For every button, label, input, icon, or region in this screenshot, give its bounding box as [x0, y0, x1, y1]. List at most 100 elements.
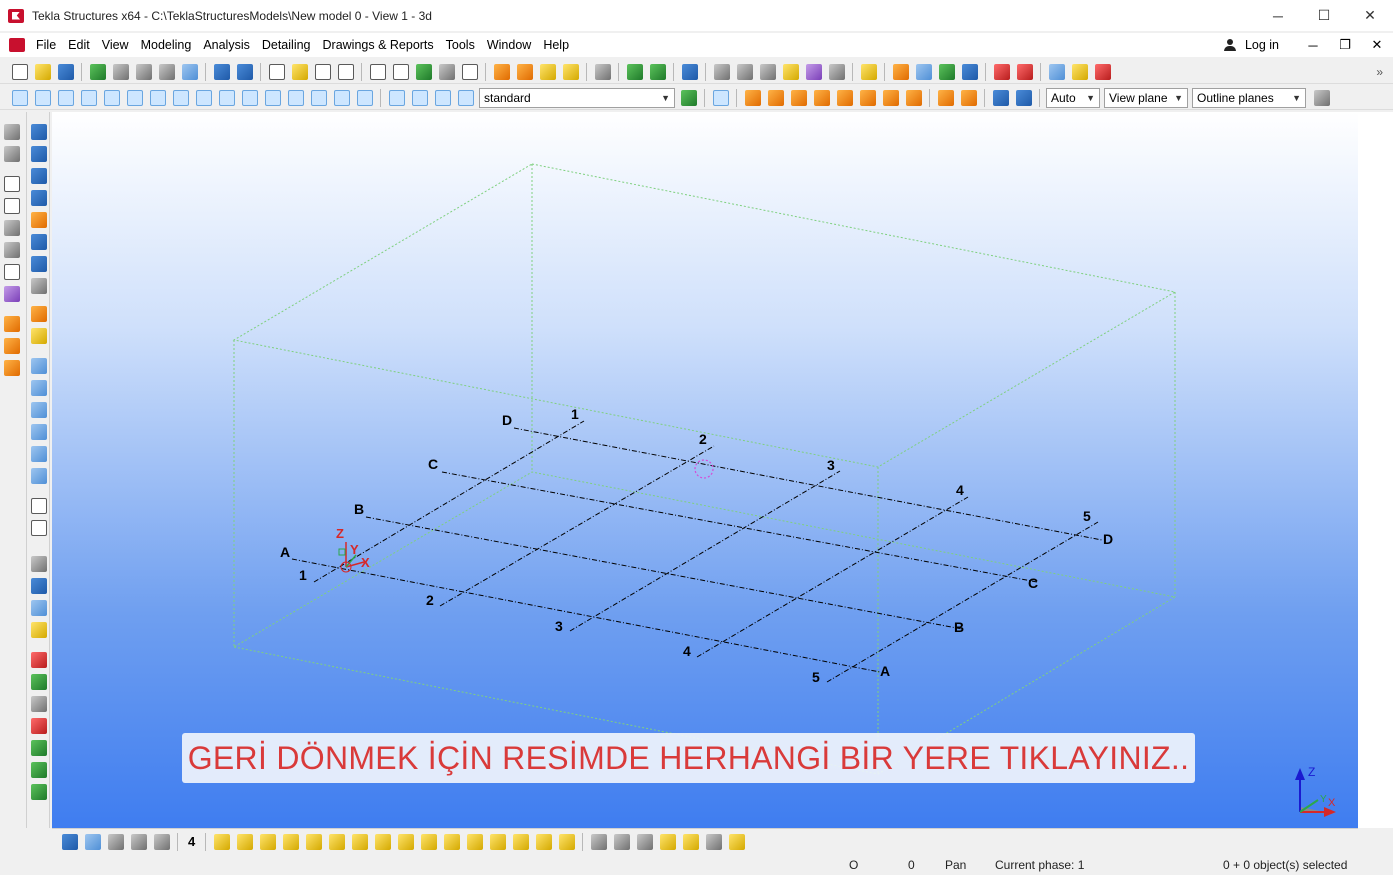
select-switch-icon[interactable] — [443, 833, 460, 850]
drawing-icon[interactable] — [892, 63, 909, 80]
component-icon[interactable] — [493, 63, 510, 80]
menu-detailing[interactable]: Detailing — [256, 33, 317, 57]
menu-view[interactable]: View — [96, 33, 135, 57]
status-current-phase[interactable]: Current phase: 1 — [995, 858, 1084, 872]
menu-drawings-reports[interactable]: Drawings & Reports — [317, 33, 440, 57]
select-all-icon[interactable] — [11, 89, 28, 106]
polybeam-icon[interactable] — [31, 168, 47, 184]
share-icon[interactable] — [89, 63, 106, 80]
drawing-icon[interactable] — [938, 63, 955, 80]
model-tool-icon[interactable] — [135, 63, 152, 80]
dimension-icon[interactable] — [828, 63, 845, 80]
pin-icon[interactable] — [860, 63, 877, 80]
model-tool-icon[interactable] — [112, 63, 129, 80]
menu-window[interactable]: Window — [481, 33, 537, 57]
select-icon[interactable] — [241, 89, 258, 106]
component-icon[interactable] — [84, 833, 101, 850]
select-switch-icon[interactable] — [512, 833, 529, 850]
select-switch-icon[interactable] — [558, 833, 575, 850]
model-tool-icon[interactable] — [181, 63, 198, 80]
select-frame-icon[interactable] — [461, 63, 478, 80]
properties-icon[interactable] — [337, 63, 354, 80]
clipboard-icon[interactable] — [314, 63, 331, 80]
component-icon[interactable] — [516, 63, 533, 80]
curved-beam-icon[interactable] — [31, 190, 47, 206]
menu-help[interactable]: Help — [537, 33, 575, 57]
tekla-online-icon[interactable] — [1094, 63, 1111, 80]
select-switch-icon[interactable] — [351, 833, 368, 850]
snap-nearest-icon[interactable] — [905, 89, 922, 106]
orthogonal-beam-icon[interactable] — [31, 234, 47, 250]
arrow-left-icon[interactable] — [130, 833, 147, 850]
select-switch-icon[interactable] — [397, 833, 414, 850]
mdi-minimize-button[interactable]: ─ — [1297, 38, 1329, 53]
slab-icon[interactable] — [4, 242, 20, 258]
select-assembly-icon[interactable] — [388, 89, 405, 106]
save-icon[interactable] — [57, 63, 74, 80]
minimize-button[interactable]: ─ — [1255, 0, 1301, 31]
component-icon[interactable] — [31, 622, 47, 638]
component-icon[interactable] — [539, 63, 556, 80]
undo-icon[interactable] — [213, 63, 230, 80]
snap-line-icon[interactable] — [882, 89, 899, 106]
select-switch-icon[interactable] — [535, 833, 552, 850]
detail-icon[interactable] — [31, 674, 47, 690]
snap-switch-icon[interactable] — [590, 833, 607, 850]
select-assembly-icon[interactable] — [434, 89, 451, 106]
maximize-button[interactable]: ☐ — [1301, 0, 1347, 31]
select-switch-icon[interactable] — [213, 833, 230, 850]
arrow-right-icon[interactable] — [153, 833, 170, 850]
detail-icon[interactable] — [31, 718, 47, 734]
point-icon[interactable] — [31, 402, 47, 418]
tekla-catalog-icon[interactable] — [993, 63, 1010, 80]
plane-mode-dropdown[interactable]: View plane ▼ — [1104, 87, 1188, 108]
detail-icon[interactable] — [31, 740, 47, 756]
rebar-icon[interactable] — [4, 316, 20, 332]
component-catalog-icon[interactable] — [31, 578, 47, 594]
report-icon[interactable] — [961, 63, 978, 80]
select-switch-icon[interactable] — [374, 833, 391, 850]
tekla-catalog-icon[interactable] — [1016, 63, 1033, 80]
snap-any-icon[interactable] — [937, 89, 954, 106]
detail-icon[interactable] — [31, 696, 47, 712]
select-switch-icon[interactable] — [236, 833, 253, 850]
point-icon[interactable] — [31, 424, 47, 440]
select-icon[interactable] — [356, 89, 373, 106]
select-icon[interactable] — [57, 89, 74, 106]
open-model-icon[interactable] — [34, 63, 51, 80]
redo-icon[interactable] — [236, 63, 253, 80]
selection-filter-dropdown[interactable]: standard ▼ — [479, 87, 675, 108]
snap-extension-icon[interactable] — [960, 89, 977, 106]
angle-icon[interactable] — [782, 63, 799, 80]
contour-plate-icon[interactable] — [31, 212, 47, 228]
construction-line-icon[interactable] — [31, 498, 47, 514]
select-icon[interactable] — [218, 89, 235, 106]
select-icon[interactable] — [126, 89, 143, 106]
snap-override-icon[interactable] — [992, 89, 1009, 106]
folded-plate-icon[interactable] — [31, 278, 47, 294]
select-switch-icon[interactable] — [259, 833, 276, 850]
select-assembly-icon[interactable] — [457, 89, 474, 106]
outline-mode-dropdown[interactable]: Outline planes ▼ — [1192, 87, 1306, 108]
select-icon[interactable] — [333, 89, 350, 106]
scissors-icon[interactable] — [438, 63, 455, 80]
snap-switch-icon[interactable] — [636, 833, 653, 850]
arc-icon[interactable] — [805, 63, 822, 80]
depth-mode-dropdown[interactable]: Auto ▼ — [1046, 87, 1100, 108]
detail-icon[interactable] — [31, 762, 47, 778]
strip-footing-icon[interactable] — [4, 198, 20, 214]
mdi-restore-button[interactable]: ❐ — [1329, 37, 1361, 53]
menu-analysis[interactable]: Analysis — [197, 33, 256, 57]
drag-and-drop-icon[interactable] — [712, 89, 729, 106]
select-switch-icon[interactable] — [328, 833, 345, 850]
number-indicator[interactable]: 4 — [188, 834, 195, 849]
new-model-icon[interactable] — [11, 63, 28, 80]
select-parts-icon[interactable] — [34, 89, 51, 106]
point-icon[interactable] — [31, 358, 47, 374]
select-icon[interactable] — [264, 89, 281, 106]
select-icon[interactable] — [310, 89, 327, 106]
filter-settings-icon[interactable] — [680, 89, 697, 106]
snap-switch-icon[interactable] — [682, 833, 699, 850]
select-switch-icon[interactable] — [305, 833, 322, 850]
select-switch-icon[interactable] — [420, 833, 437, 850]
